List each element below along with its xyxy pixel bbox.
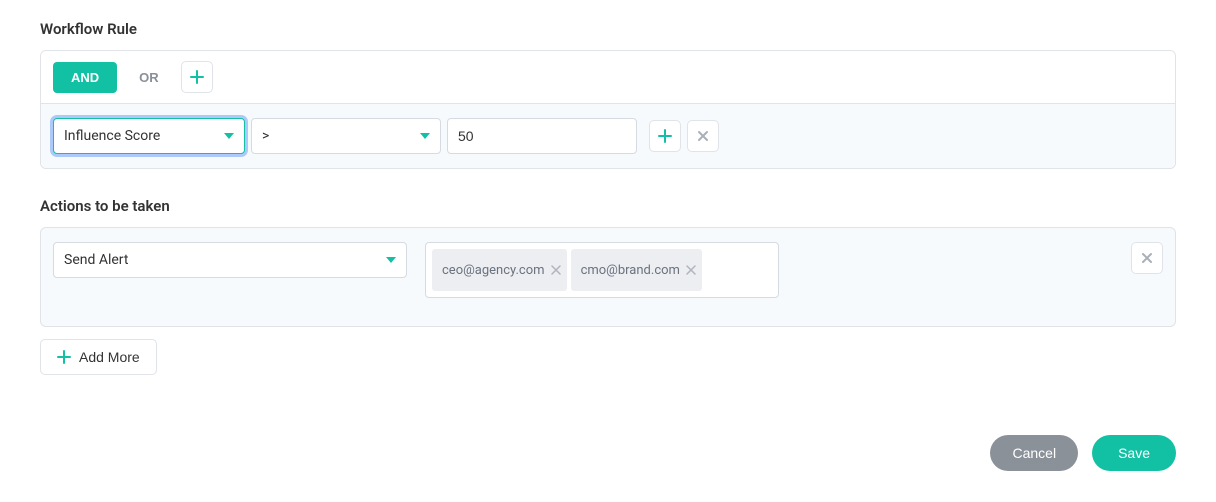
- recipient-tag: ceo@agency.com: [432, 249, 567, 291]
- caret-down-icon: [386, 257, 396, 263]
- operator-dropdown-label: >: [262, 128, 269, 144]
- actions-title: Actions to be taken: [40, 197, 1176, 215]
- value-input[interactable]: [447, 118, 637, 154]
- actions-box: Send Alert ceo@agency.com cmo@brand.com: [40, 227, 1176, 327]
- remove-condition-button[interactable]: [687, 120, 719, 152]
- action-type-label: Send Alert: [64, 252, 128, 268]
- rule-condition-row: Influence Score >: [41, 103, 1175, 168]
- or-button[interactable]: OR: [125, 62, 173, 93]
- workflow-rule-box: AND OR Influence Score >: [40, 50, 1176, 169]
- action-type-dropdown[interactable]: Send Alert: [53, 242, 407, 278]
- add-rule-group-button[interactable]: [181, 61, 213, 93]
- caret-down-icon: [224, 133, 234, 139]
- plus-icon: [57, 350, 71, 364]
- remove-tag-button[interactable]: [686, 265, 696, 275]
- plus-icon: [190, 70, 204, 84]
- recipients-input[interactable]: ceo@agency.com cmo@brand.com: [425, 242, 779, 298]
- recipient-email: ceo@agency.com: [442, 263, 545, 278]
- remove-action-button[interactable]: [1131, 242, 1163, 274]
- add-condition-button[interactable]: [649, 120, 681, 152]
- plus-icon: [658, 129, 672, 143]
- and-button[interactable]: AND: [53, 62, 117, 93]
- add-more-action-button[interactable]: Add More: [40, 339, 157, 375]
- remove-tag-button[interactable]: [551, 265, 561, 275]
- field-dropdown-label: Influence Score: [64, 128, 160, 144]
- close-icon: [1141, 252, 1153, 264]
- add-more-label: Add More: [79, 349, 140, 365]
- footer: Cancel Save: [40, 435, 1176, 471]
- caret-down-icon: [420, 133, 430, 139]
- field-dropdown[interactable]: Influence Score: [53, 118, 245, 154]
- recipient-email: cmo@brand.com: [581, 263, 680, 278]
- operator-dropdown[interactable]: >: [251, 118, 441, 154]
- recipient-tag: cmo@brand.com: [571, 249, 702, 291]
- cancel-button[interactable]: Cancel: [990, 435, 1078, 471]
- close-icon: [697, 130, 709, 142]
- rule-logic-header: AND OR: [41, 51, 1175, 103]
- workflow-rule-title: Workflow Rule: [40, 20, 1176, 38]
- save-button[interactable]: Save: [1092, 435, 1176, 471]
